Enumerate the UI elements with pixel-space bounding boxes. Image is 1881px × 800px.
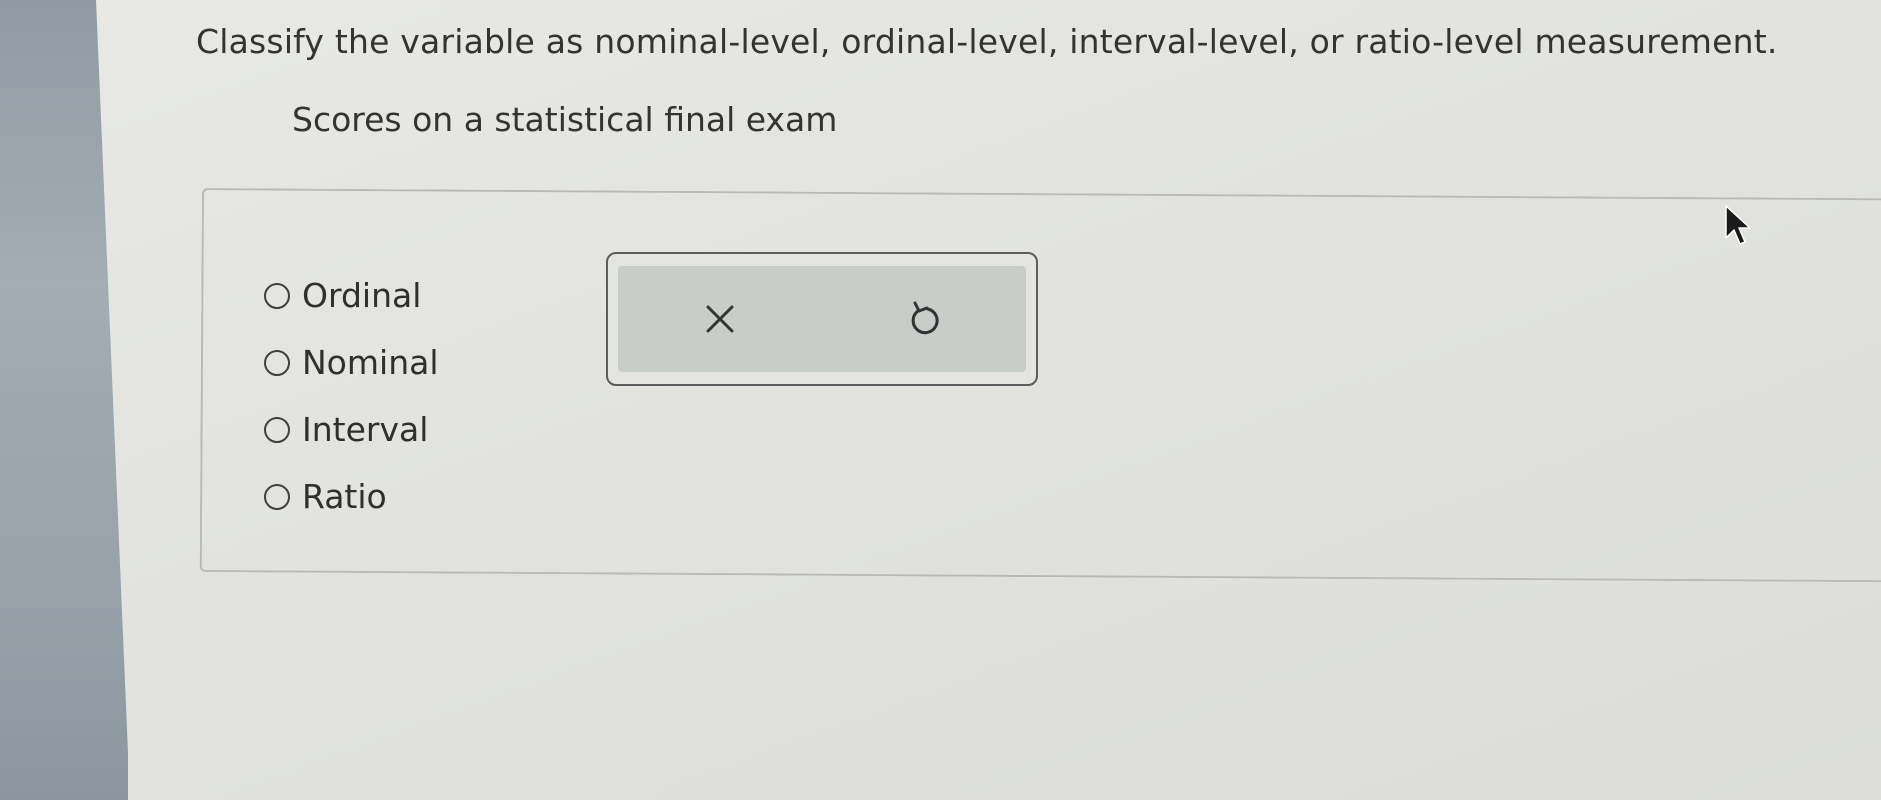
toolbox-bar — [618, 266, 1026, 372]
radio-button[interactable] — [264, 349, 290, 376]
option-nominal[interactable]: Nominal — [264, 329, 439, 396]
variable-prompt: Scores on a statistical final exam — [292, 100, 838, 139]
option-interval[interactable]: Interval — [264, 396, 439, 463]
option-label: Ordinal — [302, 276, 422, 315]
undo-button[interactable] — [889, 284, 959, 354]
question-screen: Classify the variable as nominal-level, … — [96, 0, 1881, 800]
close-icon — [706, 305, 734, 333]
radio-button[interactable] — [264, 282, 290, 309]
answer-options: Ordinal Nominal Interval Ratio — [264, 262, 439, 530]
question-text: Classify the variable as nominal-level, … — [196, 22, 1778, 61]
radio-button[interactable] — [264, 416, 290, 443]
answer-panel — [199, 188, 1881, 583]
option-label: Nominal — [302, 343, 439, 382]
answer-toolbox — [606, 252, 1038, 386]
undo-icon — [911, 301, 939, 335]
clear-button[interactable] — [685, 284, 755, 354]
option-ordinal[interactable]: Ordinal — [264, 262, 439, 329]
option-label: Ratio — [302, 477, 387, 516]
radio-button[interactable] — [264, 483, 290, 510]
option-label: Interval — [302, 410, 429, 449]
mouse-cursor-icon — [1725, 205, 1751, 245]
option-ratio[interactable]: Ratio — [264, 463, 439, 530]
